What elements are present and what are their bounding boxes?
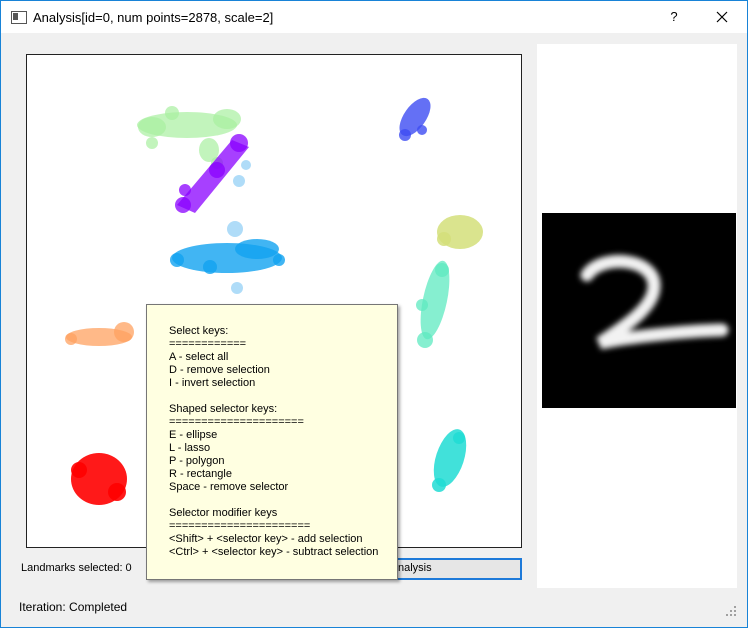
- resize-grip-icon[interactable]: [725, 605, 737, 617]
- landmarks-selected-label: Landmarks selected: 0: [21, 562, 132, 574]
- status-text: Iteration: Completed: [19, 600, 128, 614]
- keyboard-help-tooltip: Select keys: ============ A - select all…: [146, 304, 398, 580]
- window-title: Analysis[id=0, num points=2878, scale=2]: [33, 10, 274, 25]
- help-button[interactable]: ?: [651, 1, 697, 33]
- digit-two-icon: [580, 255, 729, 350]
- cluster-red[interactable]: [71, 453, 127, 505]
- sample-preview-panel: [537, 44, 737, 588]
- cluster-orange[interactable]: [65, 322, 134, 346]
- cluster-aquamarine[interactable]: [415, 258, 455, 348]
- digit-two-image: [542, 213, 736, 408]
- analysis-button[interactable]: nalysis: [377, 558, 522, 580]
- analysis-window: Analysis[id=0, num points=2878, scale=2]…: [0, 0, 748, 628]
- cluster-turquoise[interactable]: [427, 425, 472, 492]
- analysis-button-label: nalysis: [398, 562, 432, 574]
- close-icon: [716, 11, 728, 23]
- cluster-sky-blue[interactable]: [170, 239, 285, 274]
- app-window-icon: [11, 11, 27, 24]
- cluster-light-blue-outliers[interactable]: [227, 160, 251, 294]
- cluster-yellow-green[interactable]: [437, 215, 483, 249]
- cluster-dark-blue[interactable]: [393, 93, 436, 142]
- tooltip-text: Select keys: ============ A - select all…: [169, 325, 379, 558]
- title-bar[interactable]: Analysis[id=0, num points=2878, scale=2]…: [1, 1, 747, 33]
- close-button[interactable]: [697, 1, 747, 33]
